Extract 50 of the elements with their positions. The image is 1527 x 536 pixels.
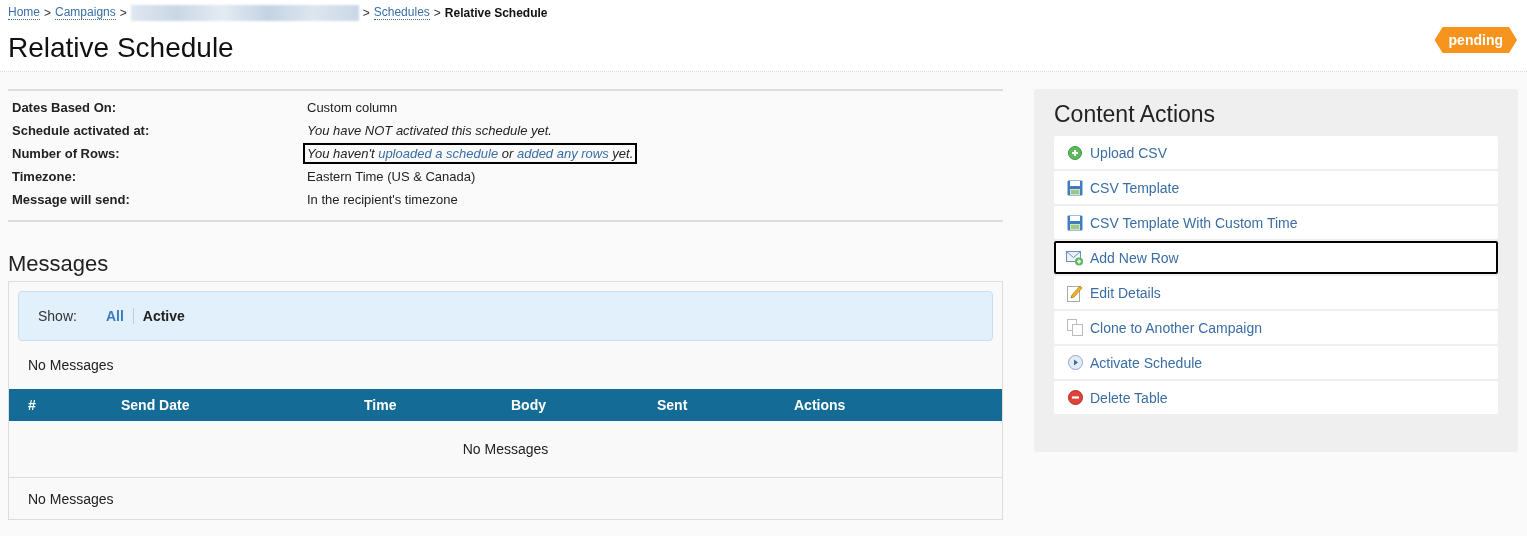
text-link[interactable]: added any rows	[516, 146, 609, 161]
envelope-plus-icon	[1066, 249, 1084, 266]
plus-circle-icon	[1068, 145, 1082, 160]
filter-tab[interactable]: Active	[132, 308, 194, 324]
detail-value: Eastern Time (US & Canada)	[306, 168, 477, 186]
detail-value: In the recipient's timezone	[306, 191, 459, 209]
empty-message: No Messages	[462, 441, 549, 457]
action-link[interactable]: Delete Table	[1054, 381, 1498, 414]
breadcrumb-separator: >	[433, 6, 441, 20]
breadcrumb-separator: >	[362, 6, 370, 20]
detail-value: Custom column	[306, 99, 399, 117]
column-header: Actions	[794, 397, 847, 413]
detail-label: Timezone:	[11, 169, 78, 184]
text-link[interactable]: uploaded a schedule	[378, 146, 499, 161]
status-badge: pending	[1434, 27, 1517, 53]
detail-value: You haven't uploaded a schedule or added any rows yet.	[303, 143, 638, 164]
filter-label: Show:	[38, 308, 77, 324]
detail-label: Schedule activated at:	[11, 123, 151, 138]
section-title: Messages	[8, 251, 110, 277]
minus-circle-icon	[1067, 390, 1083, 405]
action-link[interactable]: Activate Schedule	[1054, 346, 1498, 379]
column-header: #	[28, 397, 37, 413]
column-header: Send Date	[121, 397, 191, 413]
detail-label: Dates Based On:	[11, 100, 118, 115]
breadcrumb-link[interactable]: Campaigns	[55, 6, 116, 20]
action-link[interactable]: Upload CSV	[1054, 136, 1498, 169]
column-header: Body	[511, 397, 547, 413]
action-link[interactable]: Add New Row	[1054, 241, 1498, 274]
filter-tab[interactable]: All	[105, 308, 133, 324]
breadcrumb-separator: >	[119, 6, 127, 20]
breadcrumb-separator: >	[44, 6, 52, 20]
message-count: No Messages	[27, 489, 115, 509]
play-circle-icon	[1067, 355, 1083, 370]
breadcrumb-link[interactable]: Schedules	[373, 6, 430, 20]
panel-title: Content Actions	[1054, 101, 1217, 128]
column-header: Sent	[657, 397, 689, 413]
pencil-page-icon	[1067, 283, 1083, 302]
action-link[interactable]: CSV Template With Custom Time	[1054, 206, 1498, 239]
column-header: Time	[364, 397, 398, 413]
detail-label: Number of Rows:	[11, 146, 121, 161]
action-link[interactable]: CSV Template	[1054, 171, 1498, 204]
copy-pages-icon	[1067, 319, 1083, 336]
action-link[interactable]: Edit Details	[1054, 276, 1498, 309]
page-title: Relative Schedule	[8, 32, 234, 64]
breadcrumb-current: Relative Schedule	[444, 6, 548, 20]
message-count: No Messages	[27, 356, 115, 375]
detail-label: Message will send:	[11, 192, 131, 207]
detail-value: You have NOT activated this schedule yet.	[306, 122, 553, 140]
action-link[interactable]: Clone to Another Campaign	[1054, 311, 1498, 344]
breadcrumb-link[interactable]: Home	[8, 6, 40, 20]
